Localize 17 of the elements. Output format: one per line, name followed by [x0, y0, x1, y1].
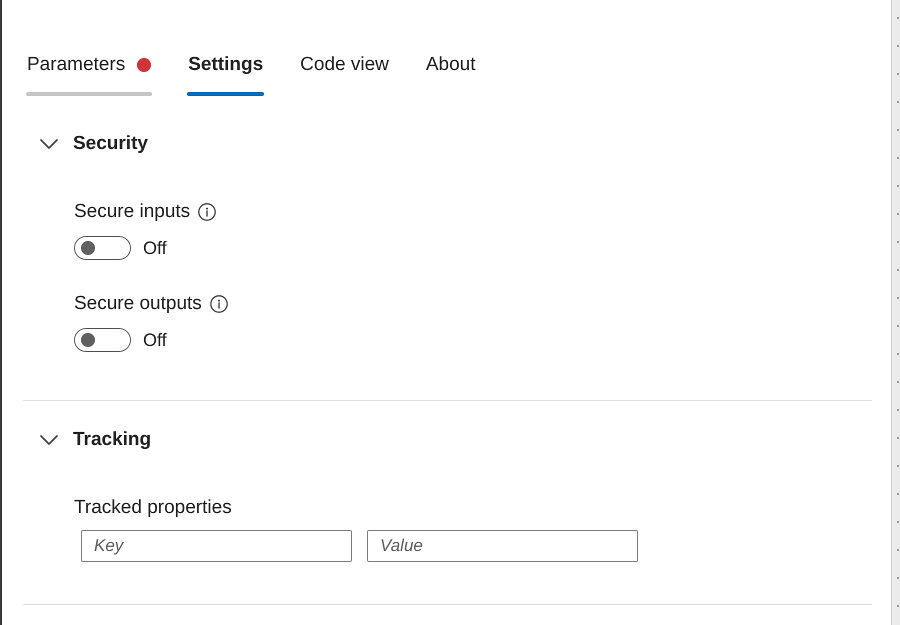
toggle-switch[interactable] — [74, 328, 131, 352]
tab[interactable]: Parameters — [26, 53, 152, 96]
setting-label: Secure inputs — [74, 200, 190, 224]
tab[interactable]: Settings — [187, 53, 264, 96]
section-header[interactable]: Tracking — [23, 426, 152, 454]
setting-label: Secure outputs — [74, 292, 202, 316]
chevron-down-icon — [40, 435, 58, 445]
key-field[interactable]: Key — [81, 530, 352, 562]
setting-label: Tracked properties — [74, 496, 232, 520]
toggle-switch[interactable] — [74, 236, 131, 260]
tab[interactable]: Code view — [299, 53, 390, 96]
section-header[interactable]: Security — [23, 130, 148, 158]
toggle-state-label: Off — [143, 329, 167, 352]
chevron-down-icon — [40, 139, 58, 149]
value-field[interactable]: Value — [367, 530, 638, 562]
toggle-state-label: Off — [143, 237, 167, 260]
tab[interactable]: About — [424, 53, 477, 96]
